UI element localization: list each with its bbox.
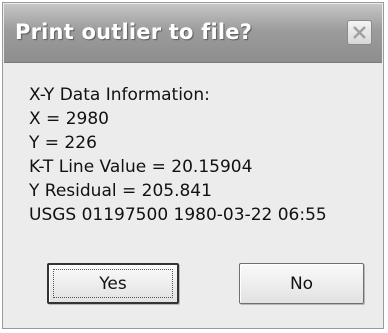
title-bar[interactable]: Print outlier to file? [4, 4, 382, 63]
dialog-title: Print outlier to file? [15, 20, 253, 44]
no-button-label: No [289, 273, 314, 294]
yes-button-label: Yes [99, 273, 127, 294]
y-value: Y = 226 [29, 133, 97, 153]
no-button[interactable]: No [239, 263, 364, 304]
close-icon [353, 26, 366, 39]
print-outlier-dialog: Print outlier to file? X-Y Data Informat… [2, 2, 384, 329]
x-value: X = 2980 [29, 109, 109, 129]
yes-button[interactable]: Yes [47, 263, 179, 304]
y-residual: Y Residual = 205.841 [29, 181, 212, 201]
close-button[interactable] [347, 20, 372, 45]
info-heading: X-Y Data Information: [29, 85, 210, 105]
station-timestamp: USGS 01197500 1980-03-22 06:55 [29, 205, 327, 225]
data-info: X-Y Data Information: X = 2980 Y = 226 K… [29, 83, 327, 227]
kt-line-value: K-T Line Value = 20.15904 [29, 157, 253, 177]
